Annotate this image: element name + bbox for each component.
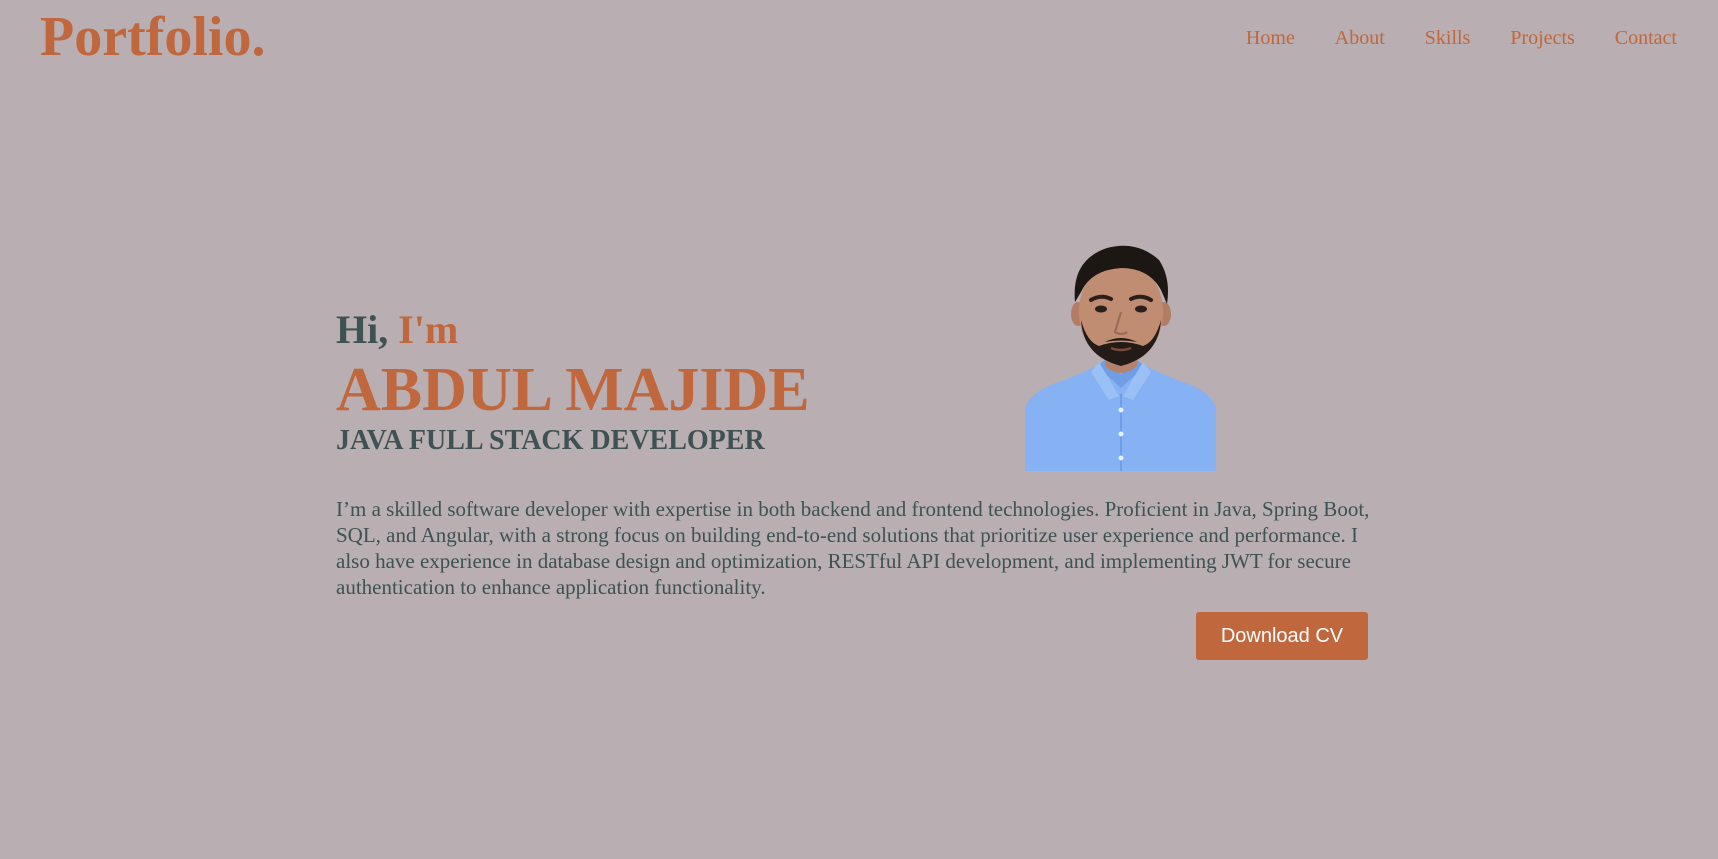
nav-home[interactable]: Home <box>1246 25 1295 51</box>
hero-name: ABDUL MAJIDE <box>336 356 810 424</box>
greeting-im: I'm <box>398 307 459 352</box>
nav-contact[interactable]: Contact <box>1615 25 1677 51</box>
nav-projects[interactable]: Projects <box>1510 25 1574 51</box>
site-logo[interactable]: Portfolio. <box>40 4 265 70</box>
download-cv-button[interactable]: Download CV <box>1196 612 1368 660</box>
greeting-hi: Hi, <box>336 307 389 352</box>
profile-photo <box>1025 238 1216 471</box>
hero-bio: I’m a skilled software developer with ex… <box>336 497 1370 599</box>
hero-greeting: Hi, I'm <box>336 306 458 354</box>
main-nav: Home About Skills Projects Contact <box>1246 25 1677 51</box>
hero-role: JAVA FULL STACK DEVELOPER <box>336 425 765 456</box>
nav-skills[interactable]: Skills <box>1425 25 1471 51</box>
nav-about[interactable]: About <box>1335 25 1385 51</box>
